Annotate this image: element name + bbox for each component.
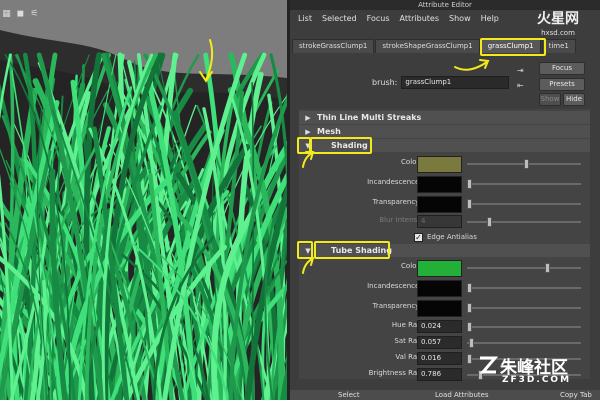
watermark-url: hxsd.com — [541, 29, 575, 37]
shading-section-highlight — [310, 137, 372, 154]
sat-rand-slider-handle[interactable] — [469, 338, 475, 348]
attr-row-hue-rand: Hue Rand 0.024 — [299, 319, 590, 336]
go-to-input-icon[interactable]: ⇥ — [517, 66, 527, 75]
brightness-rand-field[interactable]: 0.786 — [417, 368, 462, 381]
3d-viewport[interactable]: ▦ ◼ ⚟ — [0, 0, 287, 400]
edge-antialias-checkbox[interactable]: ✓ — [414, 233, 423, 242]
select-button[interactable]: Select — [338, 390, 360, 400]
zf3d-logo-icon — [479, 356, 498, 374]
incandescence1-swatch[interactable] — [417, 176, 462, 193]
bottom-button-bar: Select Load Attributes Copy Tab — [290, 390, 600, 400]
watermark-brand: 火星网 — [537, 11, 579, 27]
show-button[interactable]: Show — [539, 93, 561, 106]
blur-intensity-slider-track[interactable] — [467, 221, 581, 223]
color2-slider-track[interactable] — [467, 267, 581, 269]
tube-shading-section-highlight — [314, 241, 390, 259]
menu-bar: List Selected Focus Attributes Show Help — [298, 14, 499, 23]
transparency2-slider-handle[interactable] — [467, 303, 472, 313]
sat-rand-slider-track[interactable] — [467, 342, 581, 344]
edge-antialias-label: Edge Antialias — [427, 233, 477, 241]
menu-attributes[interactable]: Attributes — [400, 14, 440, 23]
transparency2-slider-track[interactable] — [467, 307, 581, 309]
tab-strokegrassclump1[interactable]: strokeGrassClump1 — [292, 39, 375, 53]
section-title: Mesh — [317, 127, 341, 136]
attr-row-incandescence2: Incandescence 2 — [299, 280, 590, 297]
tube-shading-toggle-highlight — [297, 241, 313, 259]
transparency1-slider-track[interactable] — [467, 203, 581, 205]
transparency2-swatch[interactable] — [417, 300, 462, 317]
attribute-editor: Attribute Editor List Selected Focus Att… — [290, 0, 600, 400]
attr-row-transparency1: Transparency 1 — [299, 196, 590, 213]
hue-rand-slider-track[interactable] — [467, 326, 581, 328]
menu-list[interactable]: List — [298, 14, 312, 23]
hxsd-watermark: 火星网 hxsd.com — [520, 8, 596, 37]
expand-icon[interactable]: ▶ — [299, 128, 317, 136]
color1-slider-handle[interactable] — [523, 159, 529, 169]
presets-button[interactable]: Presets — [539, 78, 585, 91]
watermark-url: ZF3D.COM — [502, 375, 572, 385]
transparency1-slider-handle[interactable] — [467, 199, 472, 209]
focus-button[interactable]: Focus — [539, 62, 585, 75]
menu-focus[interactable]: Focus — [367, 14, 390, 23]
grass-render — [0, 0, 287, 400]
tab-time1[interactable]: time1 — [541, 39, 576, 53]
transparency1-swatch[interactable] — [417, 196, 462, 213]
menu-show[interactable]: Show — [449, 14, 471, 23]
attr-row-blur-intensity: Blur Intensity 4 — [299, 214, 590, 231]
viewport-toolbar: ▦ ◼ ⚟ — [2, 10, 39, 19]
section-title: Thin Line Multi Streaks — [317, 113, 422, 122]
share-icon[interactable]: ⚟ — [30, 10, 39, 19]
incandescence2-slider-track[interactable] — [467, 287, 581, 289]
attr-row-transparency2: Transparency 2 — [299, 300, 590, 317]
val-rand-field[interactable]: 0.016 — [417, 352, 462, 365]
blur-intensity-slider-handle[interactable] — [486, 217, 492, 227]
node-tabs: strokeGrassClump1 strokeShapeGrassClump1… — [290, 39, 600, 54]
attr-row-color2: Color 2 — [299, 260, 590, 277]
color2-slider-handle[interactable] — [545, 263, 551, 273]
val-rand-slider-handle[interactable] — [467, 354, 472, 364]
attr-row-incandescence1: Incandescence 1 — [299, 176, 590, 193]
go-to-output-icon[interactable]: ⇤ — [517, 81, 527, 90]
attr-row-sat-rand: Sat Rand 0.057 — [299, 335, 590, 352]
expand-icon[interactable]: ▶ — [299, 114, 317, 122]
sat-rand-field[interactable]: 0.057 — [417, 336, 462, 349]
color1-swatch[interactable] — [417, 156, 462, 173]
hide-button[interactable]: Hide — [563, 93, 585, 106]
camera-icon[interactable]: ◼ — [16, 10, 25, 19]
hue-rand-field[interactable]: 0.024 — [417, 320, 462, 333]
color2-swatch[interactable] — [417, 260, 462, 277]
grassclump1-tab-highlight — [480, 38, 546, 56]
hue-rand-slider-handle[interactable] — [467, 322, 472, 332]
brush-name-field[interactable]: grassClump1 — [401, 76, 510, 89]
nav-icons: ⇥ ⇤ — [517, 66, 527, 96]
copy-tab-button[interactable]: Copy Tab — [560, 390, 592, 400]
brush-label: brush: — [372, 78, 398, 87]
section-thin-line-multi-streaks[interactable]: ▶ Thin Line Multi Streaks — [299, 111, 590, 124]
incandescence1-slider-track[interactable] — [467, 183, 581, 185]
incandescence2-swatch[interactable] — [417, 280, 462, 297]
grid-icon[interactable]: ▦ — [2, 10, 11, 19]
menu-selected[interactable]: Selected — [322, 14, 357, 23]
load-attributes-button[interactable]: Load Attributes — [435, 390, 489, 400]
blur-intensity-field[interactable]: 4 — [417, 215, 462, 228]
attr-row-color1: Color 1 — [299, 156, 590, 173]
incandescence1-slider-handle[interactable] — [467, 179, 472, 189]
shading-toggle-highlight — [297, 137, 311, 154]
incandescence2-slider-handle[interactable] — [467, 283, 472, 293]
menu-help[interactable]: Help — [481, 14, 499, 23]
brush-row: brush: grassClump1 — [372, 76, 510, 89]
tab-strokeshapegrassclump1[interactable]: strokeShapeGrassClump1 — [375, 39, 480, 53]
